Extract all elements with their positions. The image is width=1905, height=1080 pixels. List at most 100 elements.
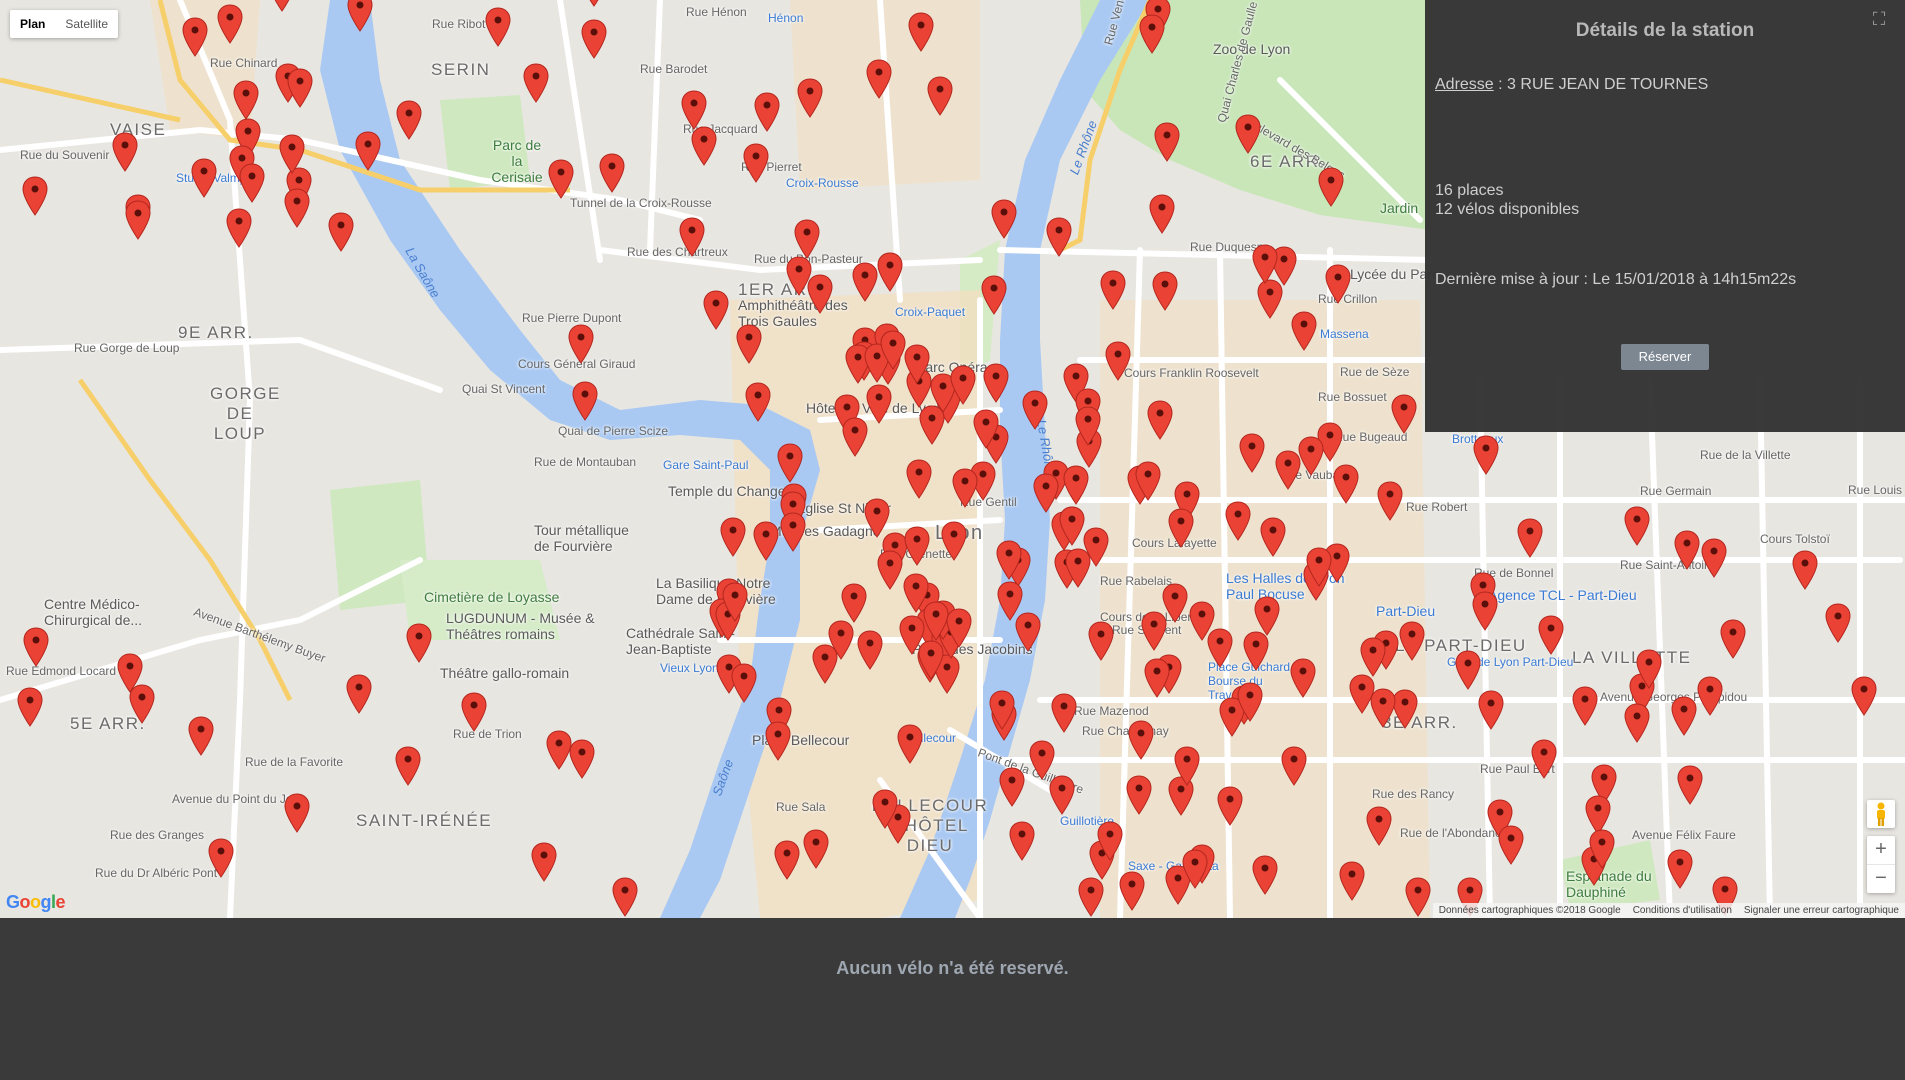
station-marker[interactable] <box>287 68 313 108</box>
station-marker[interactable] <box>581 19 607 59</box>
station-marker[interactable] <box>1517 518 1543 558</box>
station-marker[interactable] <box>1189 601 1215 641</box>
station-marker[interactable] <box>485 7 511 47</box>
station-marker[interactable] <box>599 153 625 193</box>
station-marker[interactable] <box>279 134 305 174</box>
station-marker[interactable] <box>1088 621 1114 661</box>
station-marker[interactable] <box>1235 114 1261 154</box>
station-marker[interactable] <box>1624 703 1650 743</box>
station-marker[interactable] <box>952 468 978 508</box>
station-marker[interactable] <box>691 126 717 166</box>
station-marker[interactable] <box>1119 871 1145 911</box>
station-marker[interactable] <box>182 17 208 57</box>
station-marker[interactable] <box>720 517 746 557</box>
street-view-pegman[interactable] <box>1867 800 1895 828</box>
station-marker[interactable] <box>1225 501 1251 541</box>
station-marker[interactable] <box>1366 806 1392 846</box>
station-marker[interactable] <box>1100 270 1126 310</box>
map-type-plan-button[interactable]: Plan <box>10 10 55 38</box>
station-marker[interactable] <box>1257 279 1283 319</box>
station-marker[interactable] <box>1147 400 1173 440</box>
station-marker[interactable] <box>531 842 557 882</box>
station-marker[interactable] <box>1128 720 1154 760</box>
station-marker[interactable] <box>1697 676 1723 716</box>
station-marker[interactable] <box>1298 436 1324 476</box>
station-marker[interactable] <box>946 608 972 648</box>
station-marker[interactable] <box>1360 637 1386 677</box>
station-marker[interactable] <box>866 59 892 99</box>
station-marker[interactable] <box>941 521 967 561</box>
station-marker[interactable] <box>569 739 595 779</box>
station-marker[interactable] <box>703 290 729 330</box>
station-marker[interactable] <box>1149 194 1175 234</box>
station-marker[interactable] <box>1243 631 1269 671</box>
station-marker[interactable] <box>233 80 259 120</box>
station-marker[interactable] <box>1667 849 1693 889</box>
station-marker[interactable] <box>1701 538 1727 578</box>
station-marker[interactable] <box>877 252 903 292</box>
station-marker[interactable] <box>842 417 868 457</box>
station-marker[interactable] <box>191 158 217 198</box>
station-marker[interactable] <box>1306 547 1332 587</box>
station-marker[interactable] <box>1046 217 1072 257</box>
station-marker[interactable] <box>828 620 854 660</box>
station-marker[interactable] <box>188 716 214 756</box>
station-marker[interactable] <box>112 132 138 172</box>
station-marker[interactable] <box>1051 693 1077 733</box>
station-marker[interactable] <box>1105 341 1131 381</box>
station-marker[interactable] <box>612 877 638 917</box>
station-marker[interactable] <box>1333 464 1359 504</box>
station-marker[interactable] <box>950 365 976 405</box>
station-marker[interactable] <box>346 674 372 714</box>
station-marker[interactable] <box>22 176 48 216</box>
station-marker[interactable] <box>745 382 771 422</box>
station-marker[interactable] <box>1325 264 1351 304</box>
station-marker[interactable] <box>395 746 421 786</box>
station-marker[interactable] <box>989 690 1015 730</box>
station-marker[interactable] <box>1075 406 1101 446</box>
station-marker[interactable] <box>872 789 898 829</box>
station-marker[interactable] <box>208 838 234 878</box>
station-marker[interactable] <box>1135 461 1161 501</box>
station-marker[interactable] <box>857 630 883 670</box>
station-marker[interactable] <box>1498 825 1524 865</box>
terms-link[interactable]: Conditions d'utilisation <box>1633 904 1732 918</box>
station-marker[interactable] <box>797 78 823 118</box>
fullscreen-button[interactable]: ⛶ <box>1868 8 1890 30</box>
station-marker[interactable] <box>679 217 705 257</box>
station-marker[interactable] <box>548 159 574 199</box>
station-marker[interactable] <box>722 582 748 622</box>
station-marker[interactable] <box>1370 688 1396 728</box>
station-marker[interactable] <box>852 262 878 302</box>
station-marker[interactable] <box>1237 682 1263 722</box>
station-marker[interactable] <box>1144 658 1170 698</box>
station-marker[interactable] <box>1097 821 1123 861</box>
station-marker[interactable] <box>1572 686 1598 726</box>
station-marker[interactable] <box>1029 740 1055 780</box>
station-marker[interactable] <box>406 623 432 663</box>
station-marker[interactable] <box>347 0 373 32</box>
station-marker[interactable] <box>1126 775 1152 815</box>
station-marker[interactable] <box>1168 508 1194 548</box>
station-marker[interactable] <box>1377 481 1403 521</box>
station-marker[interactable] <box>1399 621 1425 661</box>
station-marker[interactable] <box>918 640 944 680</box>
station-marker[interactable] <box>1217 786 1243 826</box>
station-marker[interactable] <box>754 92 780 132</box>
station-marker[interactable] <box>1033 473 1059 513</box>
map-type-satellite-button[interactable]: Satellite <box>55 10 118 38</box>
station-marker[interactable] <box>765 721 791 761</box>
station-marker[interactable] <box>807 274 833 314</box>
station-marker[interactable] <box>1291 311 1317 351</box>
station-marker[interactable] <box>523 63 549 103</box>
station-marker[interactable] <box>1677 765 1703 805</box>
station-marker[interactable] <box>1674 530 1700 570</box>
station-marker[interactable] <box>1636 649 1662 689</box>
station-marker[interactable] <box>1182 849 1208 889</box>
station-marker[interactable] <box>774 840 800 880</box>
station-marker[interactable] <box>731 663 757 703</box>
station-marker[interactable] <box>1478 690 1504 730</box>
station-marker[interactable] <box>1671 696 1697 736</box>
station-marker[interactable] <box>1154 122 1180 162</box>
station-marker[interactable] <box>1290 658 1316 698</box>
